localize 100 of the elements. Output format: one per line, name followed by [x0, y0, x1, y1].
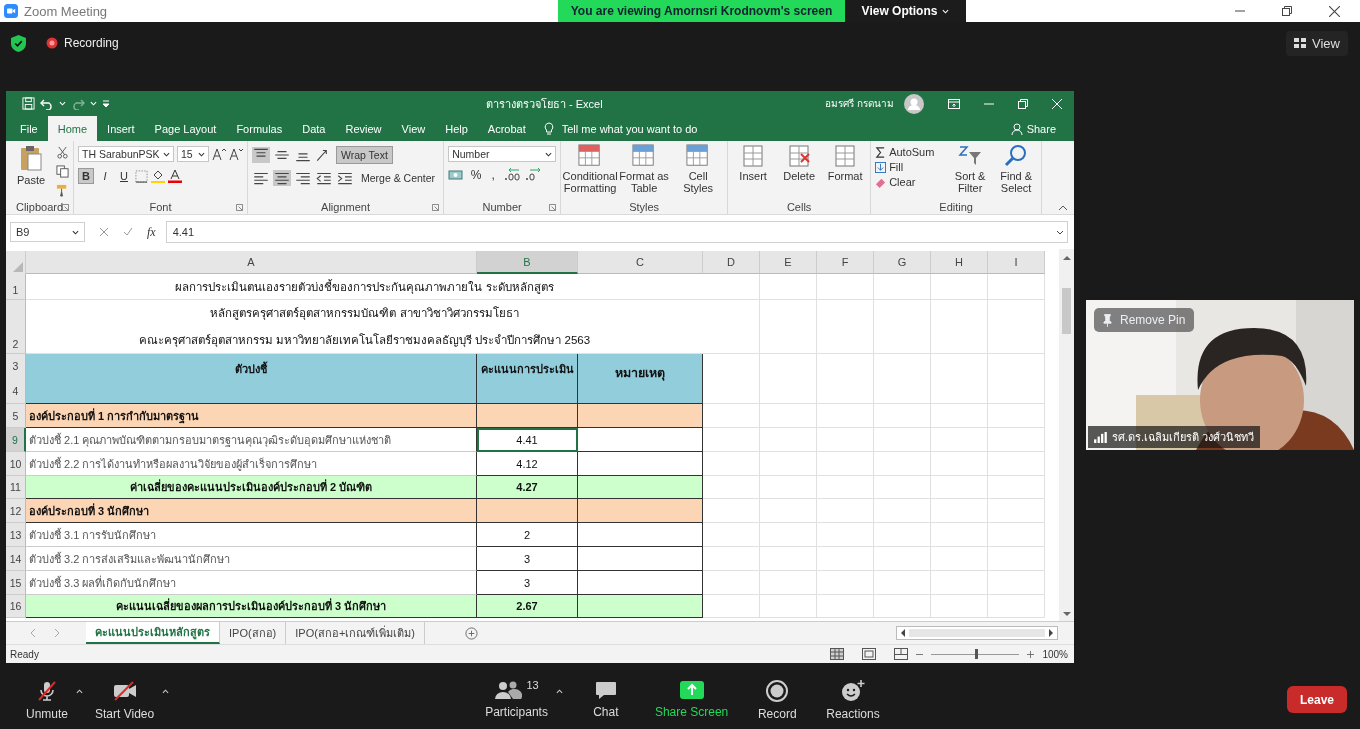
styles-button[interactable]: Cell Styles — [673, 144, 724, 194]
empty-cell[interactable] — [988, 428, 1045, 452]
empty-cell[interactable] — [760, 404, 817, 428]
empty-cell[interactable] — [760, 595, 817, 618]
row-number[interactable]: 5 — [12, 409, 19, 422]
formula-field[interactable]: 4.41 — [165, 221, 1068, 243]
ribbon-tab[interactable]: File — [10, 116, 48, 141]
redo-icon[interactable] — [71, 97, 85, 110]
customize-toolbar-icon[interactable] — [102, 99, 110, 108]
empty-cell[interactable] — [817, 452, 874, 476]
column-header[interactable]: G — [874, 251, 931, 274]
empty-cell[interactable] — [931, 354, 988, 404]
checkmark-icon[interactable] — [123, 227, 133, 237]
scroll-up-icon[interactable] — [1062, 255, 1071, 260]
borders-icon[interactable] — [135, 169, 148, 183]
increase-decimal-icon[interactable] — [503, 168, 522, 182]
zoom-level[interactable]: 100% — [1042, 648, 1068, 660]
autosum-button[interactable]: AutoSum — [875, 146, 946, 158]
empty-cell[interactable] — [817, 499, 874, 523]
scroll-left-icon[interactable] — [900, 629, 905, 637]
empty-cell[interactable] — [703, 274, 760, 300]
empty-cell[interactable] — [874, 571, 931, 595]
empty-cell[interactable] — [874, 404, 931, 428]
scissors-icon[interactable] — [56, 146, 69, 159]
view-options-button[interactable]: View Options — [845, 0, 966, 22]
sheet-tab[interactable]: คะแนนประเมินหลักสูตร — [86, 622, 220, 644]
empty-cell[interactable] — [817, 300, 874, 354]
empty-cell[interactable] — [874, 499, 931, 523]
empty-cell[interactable] — [931, 499, 988, 523]
launcher-icon[interactable] — [432, 203, 440, 211]
empty-cell[interactable] — [817, 595, 874, 618]
tell-me-field[interactable]: Tell me what you want to do — [561, 122, 698, 135]
share-button[interactable]: Share — [1010, 116, 1056, 141]
empty-cell[interactable] — [931, 428, 988, 452]
add-sheet-icon[interactable] — [465, 626, 478, 640]
align-left-icon[interactable] — [252, 170, 270, 186]
empty-cell[interactable] — [817, 523, 874, 547]
ribbon-tab[interactable]: Formulas — [226, 116, 293, 141]
ribbon-tab[interactable]: Page Layout — [144, 116, 227, 141]
empty-cell[interactable] — [760, 547, 817, 571]
cancel-icon[interactable] — [99, 227, 109, 237]
empty-cell[interactable] — [874, 476, 931, 499]
page-layout-icon[interactable] — [862, 648, 877, 660]
column-header[interactable]: I — [988, 251, 1045, 274]
styles-button[interactable]: Format as Table — [619, 144, 670, 194]
next-sheet-icon[interactable] — [54, 629, 60, 637]
empty-cell[interactable] — [817, 476, 874, 499]
increase-font-icon[interactable] — [212, 147, 226, 161]
toolbar-button[interactable]: Start Video — [89, 678, 161, 721]
empty-cell[interactable] — [760, 452, 817, 476]
toolbar-button[interactable]: Unmute — [20, 678, 75, 721]
launcher-icon[interactable] — [549, 203, 557, 211]
column-header[interactable]: B — [477, 251, 578, 274]
font-size-field[interactable]: 15 — [177, 146, 209, 162]
name-box[interactable]: B9 — [10, 222, 85, 242]
empty-cell[interactable] — [931, 476, 988, 499]
fill-button[interactable]: Fill — [875, 161, 946, 173]
empty-cell[interactable] — [931, 404, 988, 428]
empty-cell[interactable] — [760, 571, 817, 595]
empty-cell[interactable] — [988, 300, 1045, 354]
fill-bucket-icon[interactable] — [151, 169, 165, 183]
avatar-icon[interactable] — [904, 93, 924, 114]
ribbon-tab[interactable]: Help — [435, 116, 478, 141]
comma-button[interactable]: , — [486, 168, 501, 182]
empty-cell[interactable] — [988, 404, 1045, 428]
empty-cell[interactable] — [874, 354, 931, 404]
ribbon-tab[interactable]: Insert — [97, 116, 145, 141]
vertical-scrollbar[interactable] — [1059, 249, 1074, 621]
increase-indent-icon[interactable] — [336, 170, 354, 186]
empty-cell[interactable] — [931, 571, 988, 595]
empty-cell[interactable] — [988, 523, 1045, 547]
empty-cell[interactable] — [760, 428, 817, 452]
empty-cell[interactable] — [931, 595, 988, 618]
empty-cell[interactable] — [874, 523, 931, 547]
toolbar-button[interactable]: Chat — [578, 678, 633, 719]
format-toggle[interactable]: I — [97, 168, 113, 184]
ribbon-display-icon[interactable] — [948, 98, 960, 109]
row-number[interactable]: 3 — [12, 360, 19, 373]
paintbrush-icon[interactable] — [56, 184, 69, 197]
styles-button[interactable]: Conditional Formatting — [565, 144, 616, 194]
slider-thumb[interactable] — [975, 648, 979, 659]
collapse-ribbon-icon[interactable] — [1058, 205, 1068, 211]
merge-center-button[interactable]: Merge & Center — [357, 170, 440, 186]
zoom-in-icon[interactable] — [1027, 650, 1035, 658]
empty-cell[interactable] — [874, 595, 931, 618]
decrease-indent-icon[interactable] — [315, 170, 333, 186]
empty-cell[interactable] — [760, 523, 817, 547]
font-color-icon[interactable] — [168, 169, 182, 183]
horizontal-scrollbar[interactable] — [896, 626, 1058, 640]
leave-button[interactable]: Leave — [1287, 686, 1347, 713]
empty-cell[interactable] — [817, 404, 874, 428]
toolbar-button[interactable]: Record — [750, 678, 805, 721]
empty-cell[interactable] — [817, 354, 874, 404]
scroll-down-icon[interactable] — [1062, 612, 1071, 617]
empty-cell[interactable] — [703, 300, 760, 354]
empty-cell[interactable] — [988, 595, 1045, 618]
decrease-decimal-icon[interactable] — [524, 168, 543, 182]
empty-cell[interactable] — [874, 547, 931, 571]
empty-cell[interactable] — [760, 476, 817, 499]
empty-cell[interactable] — [988, 571, 1045, 595]
